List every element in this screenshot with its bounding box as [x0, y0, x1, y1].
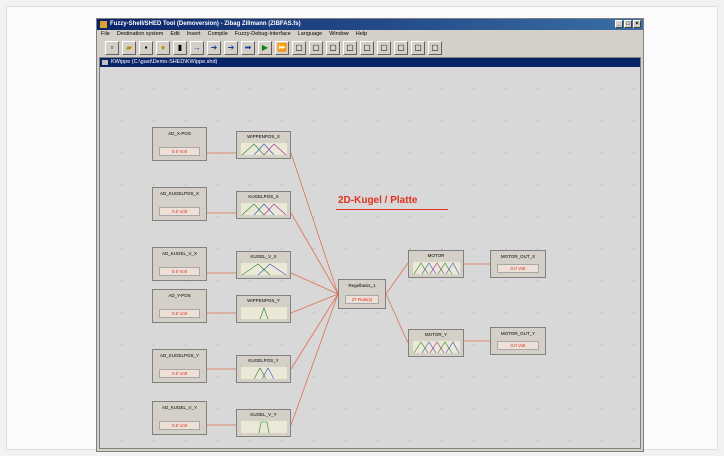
menu-help[interactable]: Help	[356, 30, 367, 39]
menu-compile[interactable]: Compile	[208, 30, 228, 39]
close-icon[interactable]: ×	[633, 20, 641, 28]
membership-function-plot	[240, 142, 288, 156]
save-icon[interactable]: ▪	[139, 40, 153, 55]
fuzzy-set-block[interactable]: KUGEL_V_X	[236, 251, 291, 279]
membership-function-plot	[412, 340, 461, 354]
menu-fuzzy-debug-interface[interactable]: Fuzzy-Debug-Interface	[235, 30, 291, 39]
menu-destination-system[interactable]: Destination system	[117, 30, 163, 39]
window-controls: _ □ ×	[615, 20, 641, 28]
fuzzy-set-block[interactable]: WIPPENPOS_X	[236, 131, 291, 159]
box-icon[interactable]: ▢	[292, 40, 306, 55]
maximize-icon[interactable]: □	[624, 20, 632, 28]
box-icon[interactable]: ▢	[428, 40, 442, 55]
menu-edit[interactable]: Edit	[170, 30, 179, 39]
membership-function-plot	[240, 420, 288, 434]
fuzzy-set-block[interactable]: WIPPENPOS_Y	[236, 295, 291, 323]
menu-file[interactable]: File	[101, 30, 110, 39]
input-block[interactable]: AD_KUGELPOS_X 0.0 Volt	[152, 187, 207, 221]
fuzzy-set-block[interactable]: KUGEL_V_Y	[236, 409, 291, 437]
box-icon[interactable]: ▢	[343, 40, 357, 55]
minimize-icon[interactable]: _	[615, 20, 623, 28]
menu-bar: File Destination system Edit Insert Comp…	[97, 30, 643, 39]
new-icon[interactable]: ▫	[105, 40, 119, 55]
output-block[interactable]: MOTOR_OUT_Y 0.0 Volt	[490, 327, 546, 355]
title-bar: Fuzzy-Shell/SHED Tool (Demoversion) - Zi…	[97, 19, 643, 30]
diagram-heading: 2D-Kugel / Platte	[338, 195, 418, 206]
input-block[interactable]: AD_KUGELPOS_Y 0.0 Volt	[152, 349, 207, 383]
lightbulb-icon[interactable]: ♦	[156, 40, 170, 55]
fuzzy-set-block[interactable]: KUGELPOS_Y	[236, 355, 291, 383]
membership-function-plot	[412, 261, 461, 275]
box-icon[interactable]: ▢	[394, 40, 408, 55]
window-title: Fuzzy-Shell/SHED Tool (Demoversion) - Zi…	[110, 21, 301, 27]
menu-language[interactable]: Language	[298, 30, 322, 39]
toolbar: ▫ ▰ ▪ ♦ ▮ → ➜ ➔ ➡ ▶ ⏩ ▢ ▢ ▢ ▢ ▢ ▢ ▢ ▢ ▢	[97, 39, 643, 56]
box-icon[interactable]: ▢	[377, 40, 391, 55]
input-block[interactable]: AD_Y-POS 0.0 Volt	[152, 289, 207, 323]
membership-function-plot	[240, 202, 288, 216]
app-window: Fuzzy-Shell/SHED Tool (Demoversion) - Zi…	[96, 18, 644, 452]
debug-start-icon[interactable]: ▶	[258, 40, 272, 55]
input-block[interactable]: AD_KUGEL_V_X 0.0 Volt	[152, 247, 207, 281]
menu-insert[interactable]: Insert	[187, 30, 201, 39]
document-icon	[102, 60, 108, 65]
arrow-right-icon[interactable]: →	[190, 40, 204, 55]
menu-window[interactable]: Window	[329, 30, 349, 39]
heading-underline	[336, 209, 448, 210]
document-title: KWippe (C:\gast\Demo-SHED\KWippe.shd)	[111, 59, 218, 65]
membership-function-plot	[240, 366, 288, 380]
document-title-bar: KWippe (C:\gast\Demo-SHED\KWippe.shd)	[100, 58, 640, 67]
output-block[interactable]: MOTOR_OUT_X 0.0 Volt	[490, 250, 546, 278]
app-icon	[100, 21, 107, 28]
rulebase-block[interactable]: Regelbasis_1 27 Rule(s)	[338, 279, 386, 309]
step-icon[interactable]: ➔	[224, 40, 238, 55]
fuzzy-set-block[interactable]: KUGELPOS_X	[236, 191, 291, 219]
debug-run-icon[interactable]: ⏩	[275, 40, 289, 55]
forward-icon[interactable]: ➡	[241, 40, 255, 55]
box-icon[interactable]: ▢	[326, 40, 340, 55]
input-block[interactable]: AD_KUGEL_V_Y 0.0 Volt	[152, 401, 207, 435]
output-set-block[interactable]: MOTOR_Y	[408, 329, 464, 357]
box-icon[interactable]: ▢	[411, 40, 425, 55]
compile-icon[interactable]: ▮	[173, 40, 187, 55]
membership-function-plot	[240, 306, 288, 320]
output-set-block[interactable]: MOTOR	[408, 250, 464, 278]
open-icon[interactable]: ▰	[122, 40, 136, 55]
document-window: KWippe (C:\gast\Demo-SHED\KWippe.shd) AD…	[99, 57, 641, 449]
diagram-canvas[interactable]: AD_X-POS 0.0 Volt AD_KUGELPOS_X 0.0 Volt…	[100, 67, 640, 448]
run-icon[interactable]: ➜	[207, 40, 221, 55]
box-icon[interactable]: ▢	[309, 40, 323, 55]
membership-function-plot	[240, 262, 288, 276]
box-icon[interactable]: ▢	[360, 40, 374, 55]
input-block[interactable]: AD_X-POS 0.0 Volt	[152, 127, 207, 161]
